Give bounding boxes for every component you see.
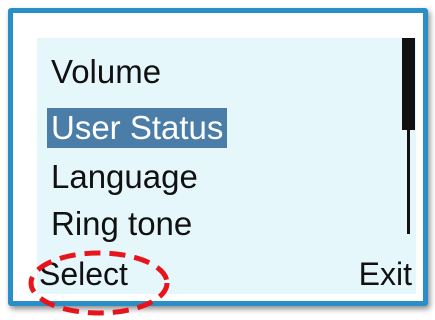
- menu-item-language[interactable]: Language: [47, 157, 202, 197]
- scrollbar-thumb[interactable]: [402, 38, 415, 130]
- exit-softkey[interactable]: Exit: [359, 255, 412, 293]
- menu-item-volume[interactable]: Volume: [47, 52, 165, 92]
- menu-item-ring-tone[interactable]: Ring tone: [47, 204, 196, 244]
- menu-item-user-status[interactable]: User Status: [47, 108, 228, 148]
- lcd-screen: Volume User Status Language Ring tone Se…: [37, 38, 416, 294]
- select-softkey[interactable]: Select: [39, 255, 128, 293]
